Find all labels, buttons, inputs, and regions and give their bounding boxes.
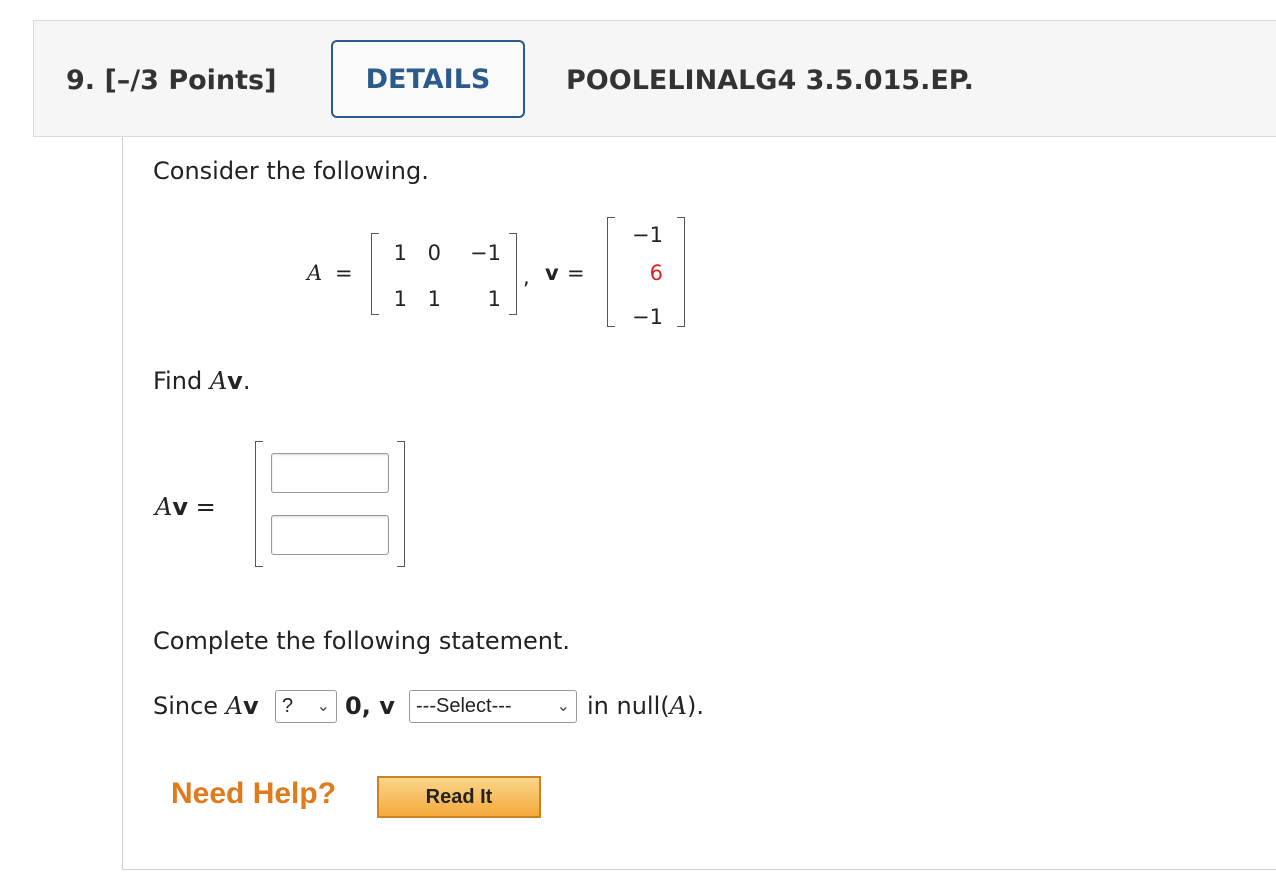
membership-select[interactable]: ---Select--- ⌄ — [409, 690, 577, 723]
details-button[interactable]: DETAILS — [331, 40, 525, 118]
statement-in-null: in null(A). — [587, 692, 704, 720]
read-it-button[interactable]: Read It — [377, 776, 541, 818]
vector-v-right-bracket — [677, 217, 685, 327]
answer-left-bracket — [255, 441, 263, 567]
find-instruction: Find Av. — [153, 367, 251, 395]
membership-select-value: ---Select--- — [416, 695, 512, 717]
vector-v-left-bracket — [607, 217, 615, 327]
matrix-a-right-bracket — [509, 233, 517, 315]
answer-right-bracket — [397, 441, 405, 567]
intro-text: Consider the following. — [153, 157, 429, 185]
matrix-a-equals: = — [335, 261, 353, 285]
vector-v-label: v — [545, 261, 559, 285]
statement-since: Since Av — [153, 692, 259, 720]
problem-code: POOLELINALG4 3.5.015.EP. — [566, 65, 974, 96]
need-help-label: Need Help? — [171, 777, 337, 810]
statement-prompt: Complete the following statement. — [153, 627, 571, 655]
matrix-a-cell: 1 — [393, 241, 407, 265]
answer-input-row-1[interactable] — [271, 453, 389, 493]
chevron-down-icon: ⌄ — [316, 698, 330, 715]
matrix-a-cell: 1 — [487, 287, 501, 311]
relation-select-value: ? — [282, 695, 294, 717]
vector-v-cell-highlighted: 6 — [649, 261, 663, 285]
vector-v-equals: = — [567, 261, 585, 285]
vector-v-cell: −1 — [632, 305, 663, 329]
matrix-a-cell: 1 — [393, 287, 407, 311]
answer-input-row-2[interactable] — [271, 515, 389, 555]
matrix-a-cell: 1 — [427, 287, 441, 311]
vector-v-cell: −1 — [632, 223, 663, 247]
statement-zero-v: 0, v — [345, 692, 395, 720]
matrix-a-left-bracket — [371, 233, 379, 315]
question-header: 9. [–/3 Points] DETAILS POOLELINALG4 3.5… — [33, 20, 1276, 137]
answer-label: Av = — [155, 493, 216, 521]
chevron-down-icon: ⌄ — [556, 698, 570, 715]
matrix-a-cell: −1 — [470, 241, 501, 265]
matrix-a-label: A — [307, 261, 323, 285]
comma: , — [523, 265, 530, 289]
question-body: Consider the following. A = 1 0 −1 1 1 1… — [122, 137, 1276, 870]
matrix-a-cell: 0 — [427, 241, 441, 265]
question-title: 9. [–/3 Points] — [66, 65, 277, 96]
relation-select[interactable]: ? ⌄ — [275, 690, 337, 723]
